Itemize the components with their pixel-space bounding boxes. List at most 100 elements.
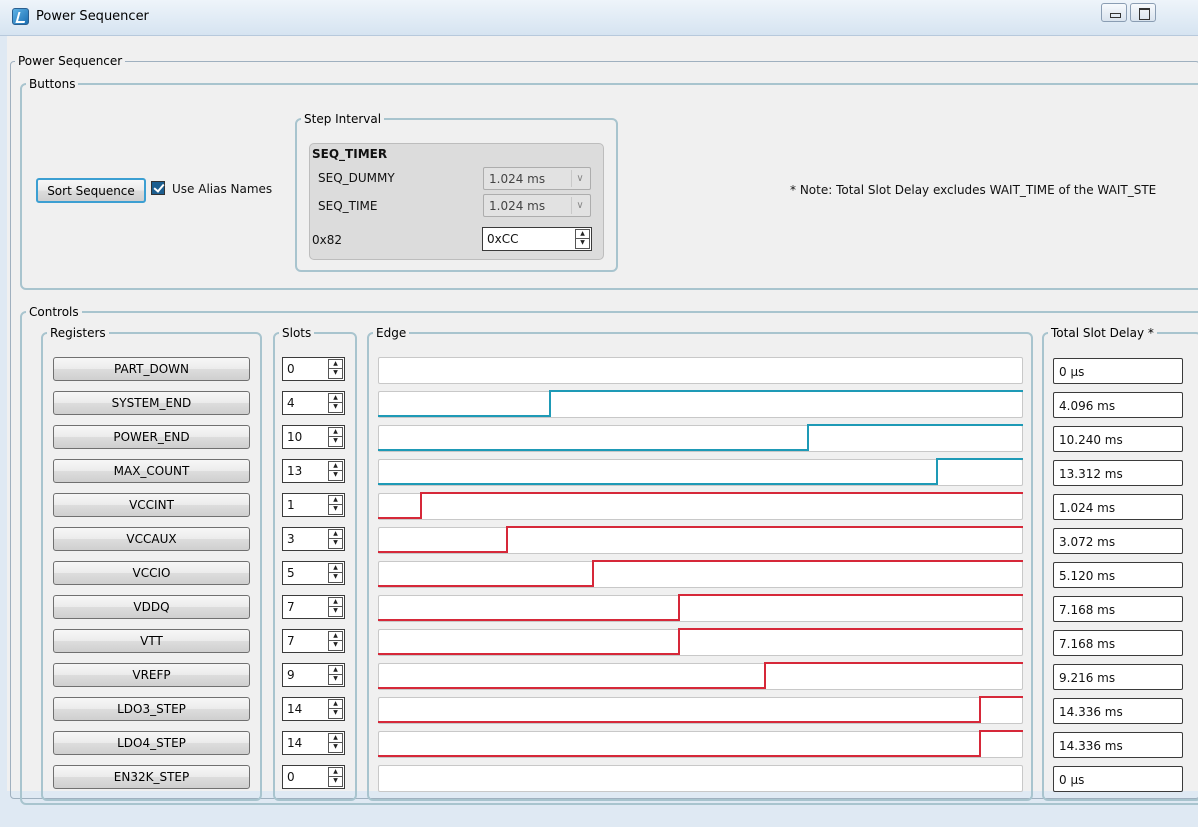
spinner-arrows-icon[interactable]: ▲ ▼ bbox=[328, 393, 343, 413]
delay-legend: Total Slot Delay * bbox=[1051, 326, 1154, 340]
delay-field: 5.120 ms bbox=[1053, 562, 1183, 588]
slot-spinner[interactable]: 13 ▲ ▼ bbox=[282, 459, 345, 483]
slot-value: 0 bbox=[287, 770, 295, 784]
register-button[interactable]: EN32K_STEP bbox=[53, 765, 250, 789]
spinner-arrows-icon[interactable]: ▲ ▼ bbox=[328, 461, 343, 481]
delay-value: 7.168 ms bbox=[1059, 603, 1116, 617]
delay-value: 10.240 ms bbox=[1059, 433, 1123, 447]
address-label: 0x82 bbox=[312, 233, 343, 247]
app-icon bbox=[12, 8, 29, 25]
window-title: Power Sequencer bbox=[36, 9, 149, 24]
delay-field: 13.312 ms bbox=[1053, 460, 1183, 486]
spinner-arrows-icon[interactable]: ▲ ▼ bbox=[328, 631, 343, 651]
slot-spinner[interactable]: 10 ▲ ▼ bbox=[282, 425, 345, 449]
step-interval-legend: Step Interval bbox=[304, 112, 382, 126]
slot-value: 10 bbox=[287, 430, 303, 444]
delay-value: 0 µs bbox=[1059, 773, 1085, 787]
spinner-arrows-icon[interactable]: ▲ ▼ bbox=[328, 529, 343, 549]
spinner-arrows-icon[interactable]: ▲ ▼ bbox=[328, 495, 343, 515]
spinner-arrows-icon[interactable]: ▲ ▼ bbox=[328, 359, 343, 379]
slots-legend: Slots bbox=[282, 326, 312, 340]
slot-value: 0 bbox=[287, 362, 295, 376]
slot-value: 13 bbox=[287, 464, 303, 478]
delay-value: 0 µs bbox=[1059, 365, 1085, 379]
delay-value: 7.168 ms bbox=[1059, 637, 1116, 651]
delay-field: 1.024 ms bbox=[1053, 494, 1183, 520]
window-content: Power Sequencer Buttons Sort Sequence Us… bbox=[7, 36, 1198, 805]
slot-spinner[interactable]: 7 ▲ ▼ bbox=[282, 595, 345, 619]
slot-spinner[interactable]: 3 ▲ ▼ bbox=[282, 527, 345, 551]
edge-waveform bbox=[378, 730, 1023, 757]
spinner-arrows-icon[interactable]: ▲ ▼ bbox=[328, 665, 343, 685]
seq-timer-title: SEQ_TIMER bbox=[312, 147, 388, 161]
controls-legend: Controls bbox=[29, 305, 79, 319]
delay-field: 14.336 ms bbox=[1053, 698, 1183, 724]
edge-line bbox=[378, 730, 1023, 757]
delay-field: 9.216 ms bbox=[1053, 664, 1183, 690]
spinner-arrows-icon[interactable]: ▲ ▼ bbox=[328, 699, 343, 719]
spinner-arrows-icon[interactable]: ▲ ▼ bbox=[328, 563, 343, 583]
power-sequencer-legend: Power Sequencer bbox=[18, 54, 123, 68]
slot-spinner[interactable]: 0 ▲ ▼ bbox=[282, 357, 345, 381]
register-button[interactable]: LDO4_STEP bbox=[53, 731, 250, 755]
delay-field: 3.072 ms bbox=[1053, 528, 1183, 554]
register-button[interactable]: PART_DOWN bbox=[53, 357, 250, 381]
slot-spinner[interactable]: 0 ▲ ▼ bbox=[282, 765, 345, 789]
slot-spinner[interactable]: 9 ▲ ▼ bbox=[282, 663, 345, 687]
delay-value: 3.072 ms bbox=[1059, 535, 1116, 549]
use-alias-checkbox[interactable] bbox=[151, 181, 165, 195]
buttons-legend: Buttons bbox=[29, 77, 76, 91]
register-button[interactable]: VTT bbox=[53, 629, 250, 653]
slot-value: 5 bbox=[287, 566, 295, 580]
delay-field: 4.096 ms bbox=[1053, 392, 1183, 418]
minimize-icon[interactable] bbox=[1101, 3, 1127, 22]
spinner-arrows-icon[interactable]: ▲ ▼ bbox=[328, 427, 343, 447]
slot-spinner[interactable]: 14 ▲ ▼ bbox=[282, 731, 345, 755]
delay-value: 9.216 ms bbox=[1059, 671, 1116, 685]
slot-spinner[interactable]: 4 ▲ ▼ bbox=[282, 391, 345, 415]
delay-value: 4.096 ms bbox=[1059, 399, 1116, 413]
delay-field: 10.240 ms bbox=[1053, 426, 1183, 452]
edge-row bbox=[378, 765, 1023, 792]
register-button[interactable]: POWER_END bbox=[53, 425, 250, 449]
register-button[interactable]: VCCAUX bbox=[53, 527, 250, 551]
register-button[interactable]: SYSTEM_END bbox=[53, 391, 250, 415]
slot-spinner[interactable]: 5 ▲ ▼ bbox=[282, 561, 345, 585]
maximize-icon[interactable] bbox=[1130, 3, 1156, 22]
register-button[interactable]: MAX_COUNT bbox=[53, 459, 250, 483]
delay-field: 7.168 ms bbox=[1053, 630, 1183, 656]
register-button[interactable]: VCCINT bbox=[53, 493, 250, 517]
delay-field: 0 µs bbox=[1053, 358, 1183, 384]
slot-spinner[interactable]: 1 ▲ ▼ bbox=[282, 493, 345, 517]
spinner-arrows-icon[interactable]: ▲ ▼ bbox=[328, 597, 343, 617]
slot-spinner[interactable]: 14 ▲ ▼ bbox=[282, 697, 345, 721]
delay-field: 0 µs bbox=[1053, 766, 1183, 792]
use-alias-label: Use Alias Names bbox=[172, 182, 273, 196]
sort-sequence-button[interactable]: Sort Sequence bbox=[36, 178, 146, 203]
slot-value: 7 bbox=[287, 634, 295, 648]
spinner-arrows-icon[interactable]: ▲ ▼ bbox=[328, 767, 343, 787]
delay-value: 5.120 ms bbox=[1059, 569, 1116, 583]
delay-value: 14.336 ms bbox=[1059, 739, 1123, 753]
registers-legend: Registers bbox=[50, 326, 106, 340]
slot-value: 14 bbox=[287, 702, 303, 716]
title-bar: Power Sequencer bbox=[0, 0, 1198, 36]
register-button[interactable]: VCCIO bbox=[53, 561, 250, 585]
register-button[interactable]: LDO3_STEP bbox=[53, 697, 250, 721]
slot-value: 9 bbox=[287, 668, 295, 682]
spinner-arrows-icon[interactable]: ▲ ▼ bbox=[328, 733, 343, 753]
register-button[interactable]: VDDQ bbox=[53, 595, 250, 619]
delay-field: 14.336 ms bbox=[1053, 732, 1183, 758]
register-button[interactable]: VREFP bbox=[53, 663, 250, 687]
slot-value: 1 bbox=[287, 498, 295, 512]
delay-value: 1.024 ms bbox=[1059, 501, 1116, 515]
delay-value: 13.312 ms bbox=[1059, 467, 1123, 481]
delay-value: 14.336 ms bbox=[1059, 705, 1123, 719]
slot-value: 3 bbox=[287, 532, 295, 546]
slot-value: 14 bbox=[287, 736, 303, 750]
slot-spinner[interactable]: 7 ▲ ▼ bbox=[282, 629, 345, 653]
delay-field: 7.168 ms bbox=[1053, 596, 1183, 622]
seq-time-label: SEQ_TIME bbox=[318, 199, 378, 213]
slot-value: 7 bbox=[287, 600, 295, 614]
slot-value: 4 bbox=[287, 396, 295, 410]
